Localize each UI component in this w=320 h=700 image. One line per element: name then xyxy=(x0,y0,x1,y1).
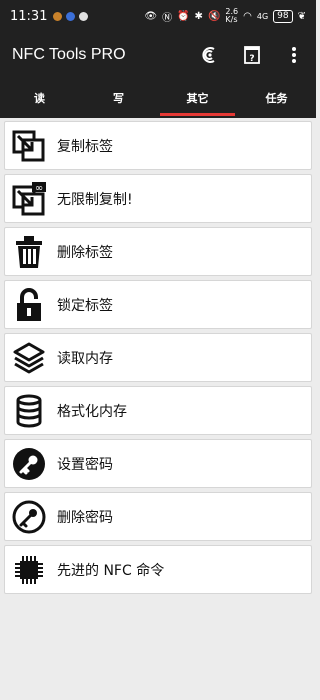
wifi-icon: ◠ xyxy=(243,10,252,22)
copy-tag-item[interactable]: 复制标签 xyxy=(4,121,312,170)
tab-tasks[interactable]: 任务 xyxy=(237,78,316,118)
remove-password-item[interactable]: 删除密码 xyxy=(4,492,312,541)
other-actions-list: 复制标签 ∞ 无限制复制! 删除标签 锁定标签 读取内存 格式化内存 设置密码 … xyxy=(4,121,312,598)
notification-icon xyxy=(79,11,89,21)
lock-icon xyxy=(11,287,47,323)
erase-tag-item[interactable]: 删除标签 xyxy=(4,227,312,276)
read-memory-label: 读取内存 xyxy=(57,350,113,367)
tab-write[interactable]: 写 xyxy=(79,78,158,118)
signal-icon: 4G xyxy=(256,11,269,21)
overflow-menu-icon[interactable] xyxy=(284,45,304,65)
nfc-scan-icon[interactable] xyxy=(200,45,220,65)
remove-key-icon xyxy=(11,499,47,535)
alarm-icon: ⏰ xyxy=(177,10,190,22)
tab-bar: 读 写 其它 任务 xyxy=(0,78,316,118)
notification-icon xyxy=(53,11,63,21)
svg-text:∞: ∞ xyxy=(35,183,43,194)
remove-password-label: 删除密码 xyxy=(57,509,113,526)
read-memory-item[interactable]: 读取内存 xyxy=(4,333,312,382)
set-password-label: 设置密码 xyxy=(57,456,113,473)
battery-icon: 98 xyxy=(273,9,293,23)
copy-tag-label: 复制标签 xyxy=(57,138,113,155)
lock-tag-label: 锁定标签 xyxy=(57,297,113,314)
database-icon xyxy=(11,393,47,429)
chip-icon xyxy=(11,552,47,588)
eye-icon: 👁 xyxy=(144,10,158,22)
key-icon xyxy=(11,446,47,482)
tab-read[interactable]: 读 xyxy=(0,78,79,118)
lock-tag-item[interactable]: 锁定标签 xyxy=(4,280,312,329)
app-title: NFC Tools PRO xyxy=(12,46,126,63)
network-speed: 2.6 K/s xyxy=(225,8,238,24)
nfc-icon: Ⓝ xyxy=(162,12,173,24)
advanced-nfc-commands-label: 先进的 NFC 命令 xyxy=(57,562,165,579)
advanced-nfc-commands-item[interactable]: 先进的 NFC 命令 xyxy=(4,545,312,594)
tab-other[interactable]: 其它 xyxy=(158,78,237,118)
mute-icon: 🔇 xyxy=(207,10,221,22)
unlimited-copy-icon: ∞ xyxy=(11,181,47,217)
network-speed-unit: K/s xyxy=(225,15,238,24)
set-password-item[interactable]: 设置密码 xyxy=(4,439,312,488)
leaf-icon: ❦ xyxy=(297,10,306,22)
unlimited-copy-item[interactable]: ∞ 无限制复制! xyxy=(4,174,312,223)
format-memory-label: 格式化内存 xyxy=(57,403,127,420)
erase-tag-label: 删除标签 xyxy=(57,244,113,261)
svg-text:?: ? xyxy=(249,54,254,64)
layers-icon xyxy=(11,340,47,376)
trash-icon xyxy=(11,234,47,270)
status-bar: 11:31 👁 Ⓝ ⏰ ✱ 🔇 2.6 K/s ◠ 4G 98 ❦ xyxy=(0,0,316,32)
format-memory-item[interactable]: 格式化内存 xyxy=(4,386,312,435)
copy-tag-icon xyxy=(11,128,47,164)
app-bar: NFC Tools PRO ? xyxy=(0,32,316,78)
bluetooth-icon: ✱ xyxy=(194,10,203,22)
notification-icon xyxy=(66,11,76,21)
status-time: 11:31 xyxy=(10,8,48,24)
help-icon[interactable]: ? xyxy=(242,45,262,65)
unlimited-copy-label: 无限制复制! xyxy=(57,191,133,208)
watermark xyxy=(310,690,312,696)
